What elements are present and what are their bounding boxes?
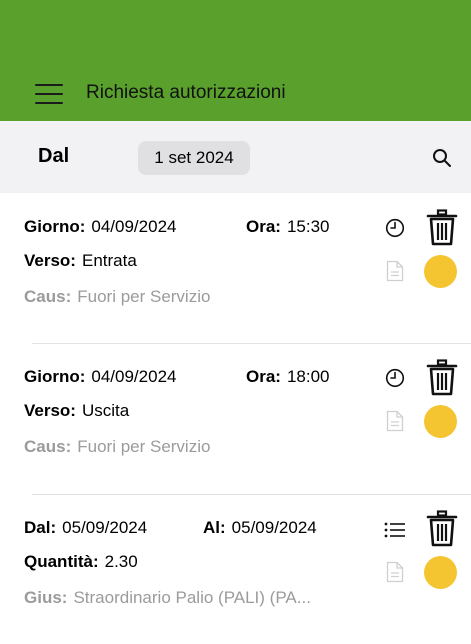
hamburger-menu-icon[interactable] xyxy=(35,84,63,104)
dal-label: Dal: xyxy=(24,518,57,537)
document-icon[interactable] xyxy=(386,561,404,583)
document-icon[interactable] xyxy=(386,410,404,432)
clock-icon[interactable] xyxy=(385,368,405,388)
trash-icon[interactable] xyxy=(425,209,459,247)
trash-icon[interactable] xyxy=(425,359,459,397)
giorno-label: Giorno: xyxy=(24,217,86,236)
request-card[interactable]: Dal: 05/09/2024 Al: 05/09/2024 Quantità: 2.… xyxy=(0,494,471,644)
ora-value: 15:30 xyxy=(286,217,330,236)
al-value: 05/09/2024 xyxy=(231,518,317,537)
verso-value: Entrata xyxy=(81,251,137,270)
status-dot xyxy=(424,405,457,438)
page-title: Richiesta autorizzazioni xyxy=(86,82,286,103)
app-header: Richiesta autorizzazioni xyxy=(0,0,471,121)
request-card[interactable]: Giorno: 04/09/2024 Ora: 15:30 Verso: Entrat… xyxy=(0,193,471,343)
caus-value: Fuori per Servizio xyxy=(77,287,211,306)
search-icon[interactable] xyxy=(432,148,452,168)
giorno-value: 04/09/2024 xyxy=(91,217,177,236)
clock-icon[interactable] xyxy=(385,218,405,238)
trash-icon[interactable] xyxy=(425,510,459,548)
ora-value: 18:00 xyxy=(286,367,330,386)
verso-label: Verso: xyxy=(24,401,76,420)
verso-value: Uscita xyxy=(81,401,130,420)
date-filter-bar: Dal 1 set 2024 xyxy=(0,121,471,193)
dal-value: 05/09/2024 xyxy=(62,518,148,537)
quantita-value: 2.30 xyxy=(104,552,138,571)
al-label: Al: xyxy=(203,518,226,537)
dal-label: Dal xyxy=(38,145,70,167)
request-card[interactable]: Giorno: 04/09/2024 Ora: 18:00 Verso: Uscita… xyxy=(0,343,471,493)
document-icon[interactable] xyxy=(386,260,404,282)
status-dot xyxy=(424,255,457,288)
verso-label: Verso: xyxy=(24,251,76,270)
ora-label: Ora: xyxy=(246,217,281,236)
caus-value: Fuori per Servizio xyxy=(77,437,211,456)
gius-value: Straordinario Palio (PALI) (PA... xyxy=(73,588,311,607)
list-icon[interactable] xyxy=(384,521,406,539)
date-picker-button[interactable]: 1 set 2024 xyxy=(138,141,250,175)
giorno-label: Giorno: xyxy=(24,367,86,386)
gius-label: Gius: xyxy=(24,588,68,607)
giorno-value: 04/09/2024 xyxy=(91,367,177,386)
ora-label: Ora: xyxy=(246,367,281,386)
status-dot xyxy=(424,556,457,589)
quantita-label: Quantità: xyxy=(24,552,99,571)
caus-label: Caus: xyxy=(24,287,72,306)
caus-label: Caus: xyxy=(24,437,72,456)
